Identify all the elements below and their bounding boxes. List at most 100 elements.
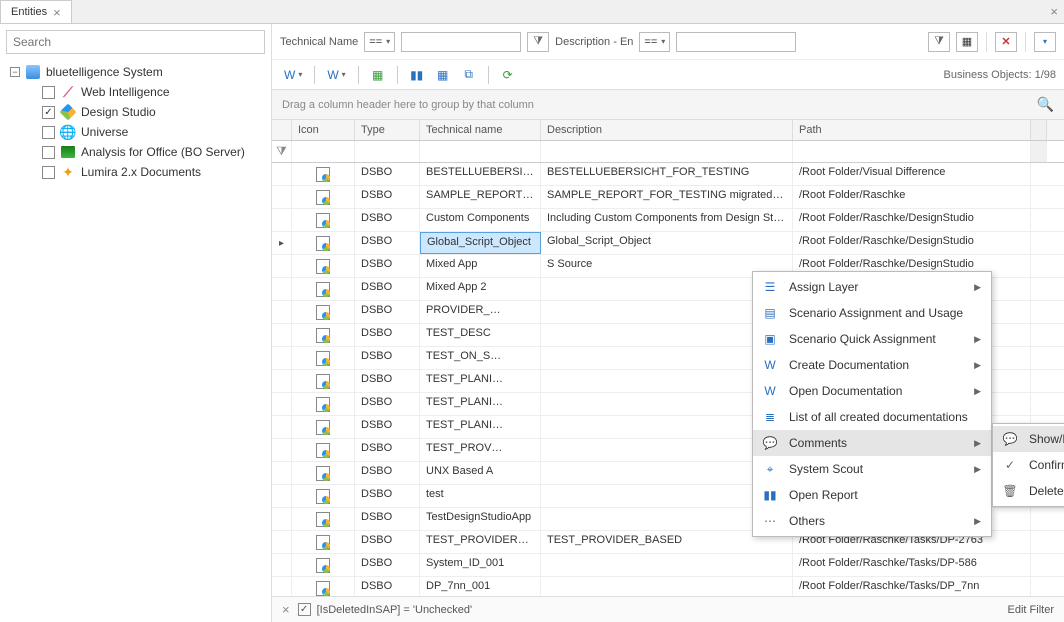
menu-item-label: Scenario Assignment and Usage [789,306,963,320]
cell-type: DSBO [355,209,420,231]
filter-button[interactable]: ⧩ [928,32,950,52]
checkbox[interactable]: ✓ [42,106,55,119]
submenu-item[interactable]: ✓ Confirm Comment [993,452,1064,478]
cell-type: DSBO [355,186,420,208]
menu-item[interactable]: W Create Documentation ▶ [753,352,991,378]
menu-item[interactable]: W Open Documentation ▶ [753,378,991,404]
cell-path: /Root Folder/Raschke [793,186,1031,208]
sidebar-item[interactable]: Analysis for Office (BO Server) [6,142,265,162]
filter-bar: Technical Name ==▾ ⧩ Description - En ==… [272,24,1064,60]
word-open-button[interactable]: W▾ [323,64,349,86]
tree: − bluetelligence System ⟋ Web Intelligen… [6,62,265,182]
cell-tech: TEST_PROV… [420,439,541,461]
cell-tech: SAMPLE_REPORT_FO… [420,186,541,208]
col-tech[interactable]: Technical name [420,120,541,140]
menu-item[interactable]: ▤ Scenario Assignment and Usage [753,300,991,326]
more-button[interactable]: ▾ [1034,32,1056,52]
col-expand[interactable] [272,120,292,140]
tree-item-icon [60,104,76,120]
doc-icon: ▤ [761,304,779,322]
cell-path: /Root Folder/Raschke/DesignStudio [793,209,1031,231]
menu-item-label: Open Report [789,488,858,502]
filter-icon[interactable]: ⧩ [272,141,292,162]
status-checkbox[interactable]: ✓ [298,603,311,616]
menu-item-label: Scenario Quick Assignment [789,332,936,346]
sidebar-item[interactable]: ✓ Design Studio [6,102,265,122]
layers-icon: ☰ [761,278,779,296]
close-icon[interactable]: × [53,5,61,20]
menu-item[interactable]: ⌖ System Scout ▶ [753,456,991,482]
word-icon: W [761,356,779,374]
col-icon[interactable]: Icon [292,120,355,140]
group-by-bar[interactable]: Drag a column header here to group by th… [272,90,1064,120]
toolbar: W▾ W▾ ▦ ▮▮ ▦ ⧉ ⟳ Business Objects: 1/98 [272,60,1064,90]
status-close-icon[interactable]: × [282,602,290,617]
menu-item[interactable]: ▣ Scenario Quick Assignment ▶ [753,326,991,352]
table-row[interactable]: DSBO System_ID_001 /Root Folder/Raschke/… [272,554,1064,577]
submenu-item-label: Confirm Comment [1029,458,1064,472]
copy-button[interactable]: ⧉ [458,64,480,86]
col-path[interactable]: Path [793,120,1031,140]
menu-item-label: Assign Layer [789,280,858,294]
filter-tech-op[interactable]: ==▾ [364,32,395,52]
tab-entities[interactable]: Entities × [0,0,72,23]
funnel-icon[interactable]: ⧩ [527,32,549,52]
excel-button[interactable]: ▦ [367,64,389,86]
edit-filter-link[interactable]: Edit Filter [1008,604,1054,616]
filter-tech-input[interactable] [401,32,521,52]
cell-type: DSBO [355,324,420,346]
checkbox[interactable] [42,126,55,139]
checkbox[interactable] [42,86,55,99]
submenu-item[interactable]: 💬 Show/Edit Comment [993,426,1064,452]
word-export-button[interactable]: W▾ [280,64,306,86]
table-row[interactable]: DSBO BESTELLUEBERSICHT… BESTELLUEBERSICH… [272,163,1064,186]
panel-close-icon[interactable]: × [1050,4,1058,19]
sidebar-item[interactable]: ⟋ Web Intelligence [6,82,265,102]
chart-icon: ▮▮ [761,486,779,504]
cell-path: /Root Folder/Raschke/Tasks/DP-586 [793,554,1031,576]
tab-bar: Entities × × [0,0,1064,24]
checkbox[interactable] [42,146,55,159]
cell-tech: Mixed App 2 [420,278,541,300]
layout-button[interactable]: ▦ [956,32,978,52]
cell-path: /Root Folder/Visual Difference [793,163,1031,185]
menu-item[interactable]: 💬 Comments ▶ [753,430,991,456]
search-input[interactable] [6,30,265,54]
business-objects-count: Business Objects: 1/98 [943,69,1056,81]
trash-icon: 🗑 [1001,482,1019,500]
clear-filter-button[interactable]: ✕ [995,32,1017,52]
database-icon [25,64,41,80]
chevron-right-icon: ▶ [954,282,981,293]
chart-button[interactable]: ▮▮ [406,64,428,86]
tree-root[interactable]: − bluetelligence System [6,62,265,82]
comments-submenu: 💬 Show/Edit Comment✓ Confirm Comment🗑 De… [992,423,1064,507]
collapse-icon[interactable]: − [10,67,20,77]
table-row[interactable]: DSBO SAMPLE_REPORT_FO… SAMPLE_REPORT_FOR… [272,186,1064,209]
doc-icon [316,420,330,435]
cell-tech: Custom Components [420,209,541,231]
cell-type: DSBO [355,485,420,507]
tree-root-label: bluetelligence System [46,65,163,79]
table-row[interactable]: DSBO DP_7nn_001 /Root Folder/Raschke/Tas… [272,577,1064,596]
table-row[interactable]: DSBO Custom Components Including Custom … [272,209,1064,232]
submenu-item[interactable]: 🗑 Delete Comment [993,478,1064,504]
doc-icon [316,443,330,458]
refresh-button[interactable]: ⟳ [497,64,519,86]
cell-tech: test [420,485,541,507]
filter-desc-op[interactable]: ==▾ [639,32,670,52]
submenu-item-label: Show/Edit Comment [1029,432,1064,446]
sidebar-item[interactable]: 🌐 Universe [6,122,265,142]
grid-button[interactable]: ▦ [432,64,454,86]
cell-tech: BESTELLUEBERSICHT… [420,163,541,185]
menu-item[interactable]: ▮▮ Open Report [753,482,991,508]
menu-item[interactable]: ≣ List of all created documentations [753,404,991,430]
sidebar-item[interactable]: ✦ Lumira 2.x Documents [6,162,265,182]
col-desc[interactable]: Description [541,120,793,140]
checkbox[interactable] [42,166,55,179]
col-type[interactable]: Type [355,120,420,140]
search-icon[interactable]: 🔍 [1037,96,1054,113]
table-row[interactable]: ▸ DSBO Global_Script_Object Global_Scrip… [272,232,1064,255]
menu-item[interactable]: ☰ Assign Layer ▶ [753,274,991,300]
menu-item[interactable]: ⋯ Others ▶ [753,508,991,534]
filter-desc-input[interactable] [676,32,796,52]
